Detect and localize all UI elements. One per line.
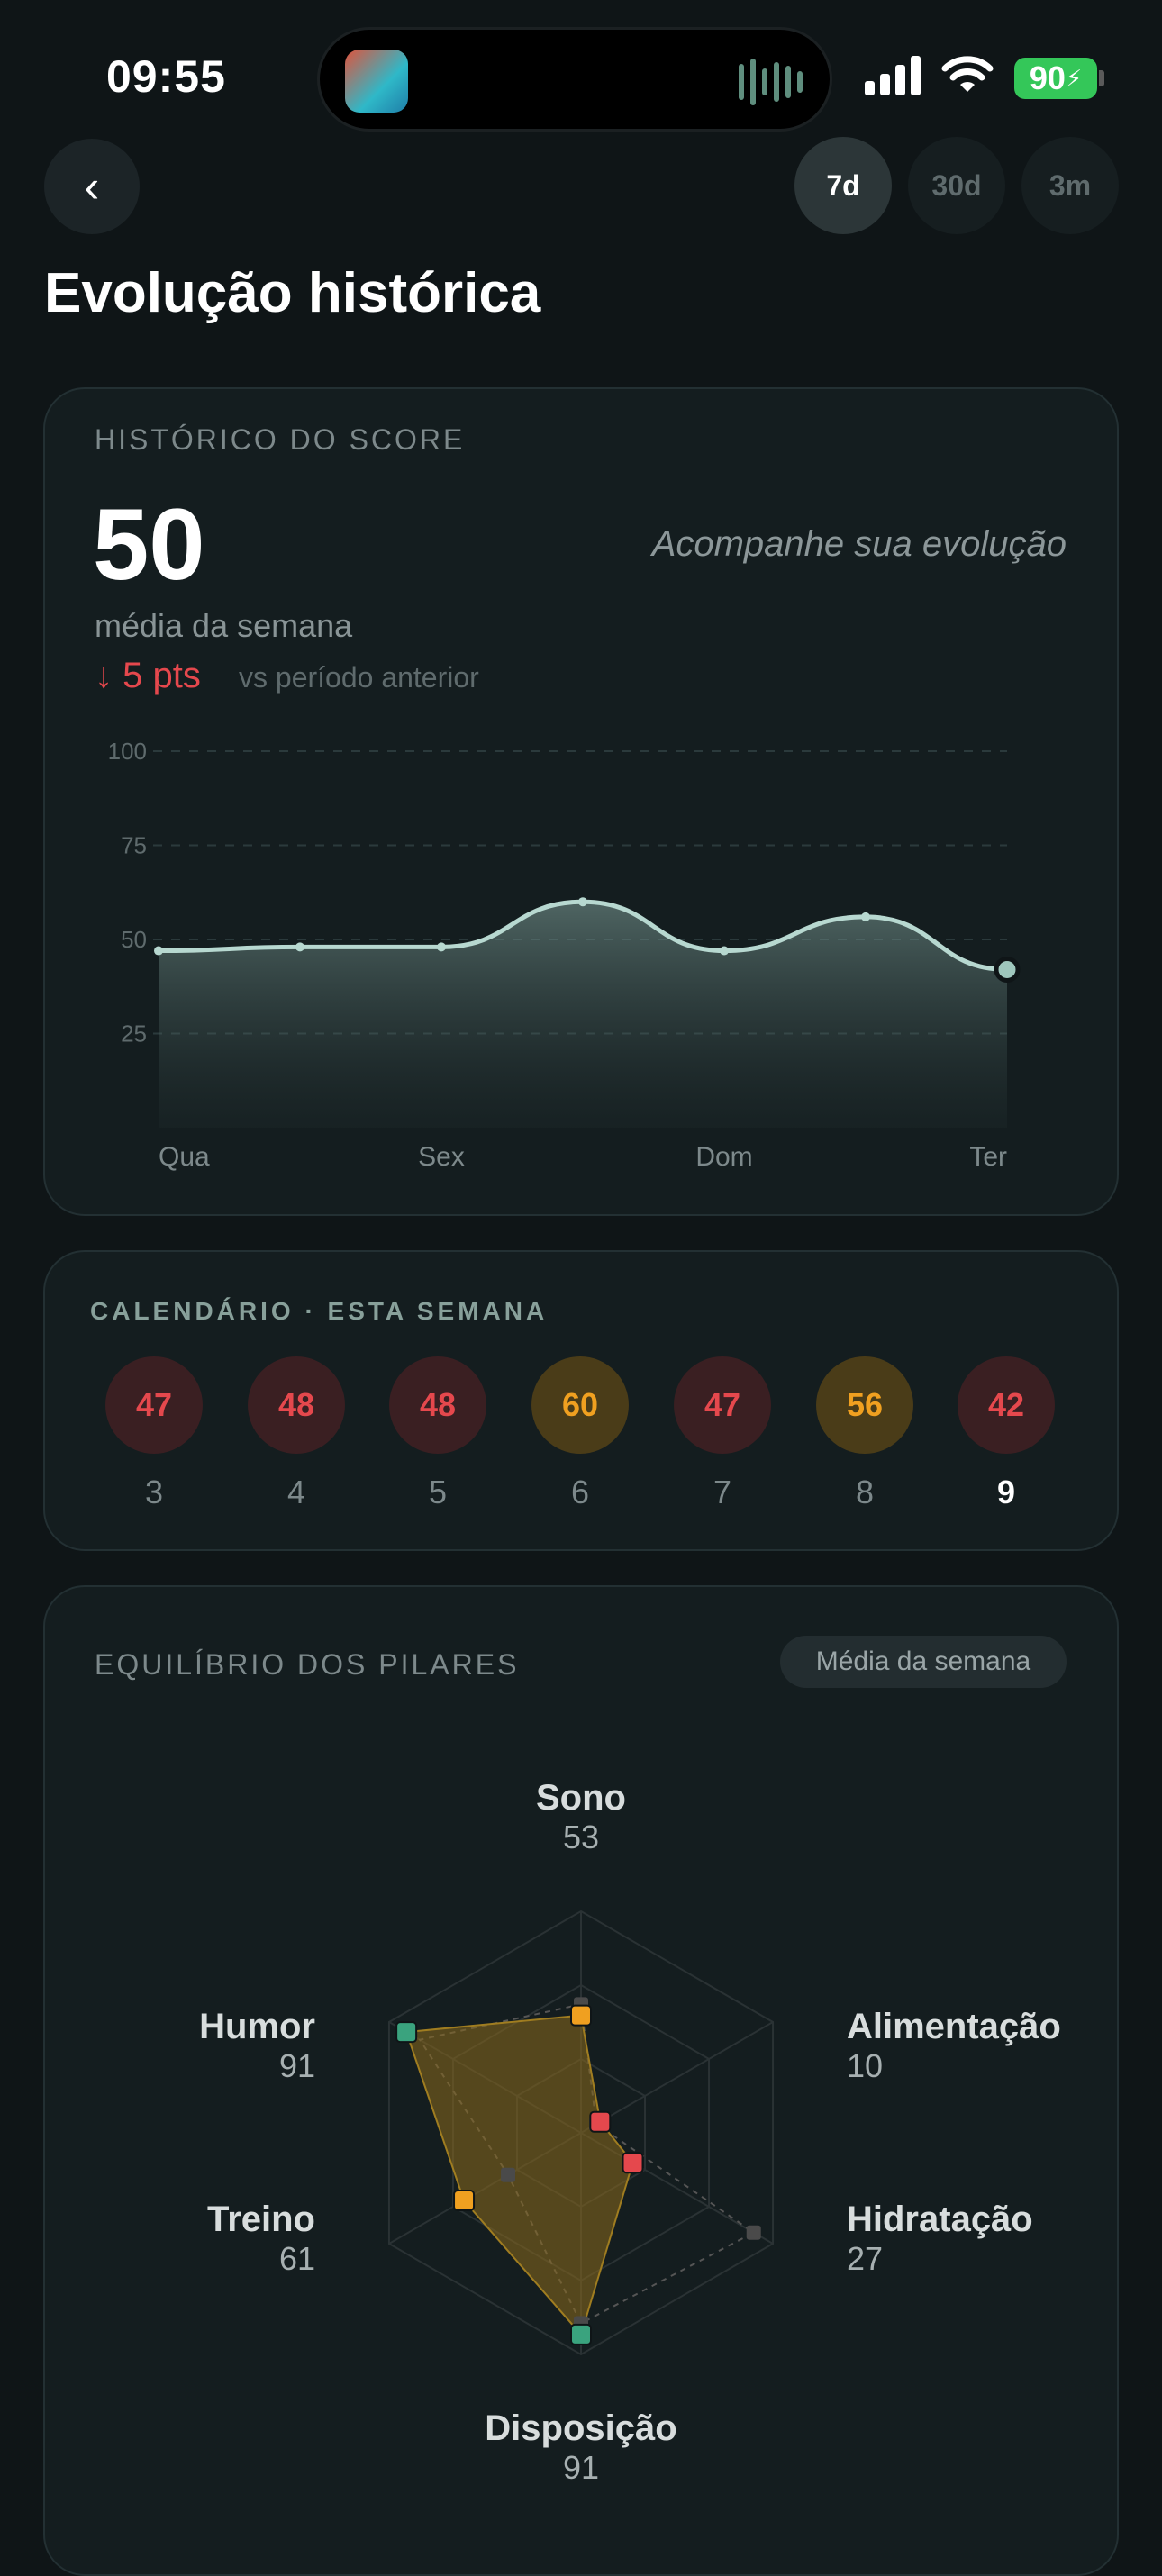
pillar-name: Alimentação — [847, 2007, 1061, 2046]
radar-point — [570, 2323, 592, 2345]
radar-previous-point — [746, 2225, 761, 2240]
pillar-value: 53 — [562, 1819, 600, 1855]
pillar-name: Sono — [536, 1778, 626, 1818]
pillar-value: 27 — [847, 2240, 884, 2277]
radar-current-area — [404, 2014, 634, 2336]
pillar-value: 91 — [278, 2047, 315, 2084]
pillar-hidratacao: Hidratação 27 — [847, 2200, 1033, 2278]
pillar-value: 91 — [562, 2449, 600, 2486]
pillar-name: Treino — [206, 2200, 315, 2239]
radar-point — [622, 2152, 644, 2174]
pillar-name: Disposição — [485, 2408, 677, 2448]
pillar-humor: Humor 91 — [135, 2007, 315, 2085]
pillar-value: 61 — [278, 2240, 315, 2277]
pillar-value: 10 — [847, 2047, 884, 2084]
radar-point — [453, 2190, 476, 2212]
radar-point — [589, 2110, 612, 2133]
radar-point — [570, 2004, 592, 2027]
pillar-sono: Sono 53 — [491, 1778, 671, 1856]
pillars-radar-chart — [387, 1909, 775, 2356]
radar-point — [395, 2021, 418, 2044]
pillar-treino: Treino 61 — [135, 2200, 315, 2278]
pillar-name: Humor — [199, 2007, 315, 2046]
pillar-disposicao: Disposição 91 — [473, 2408, 689, 2487]
pillar-alimentacao: Alimentação 10 — [847, 2007, 1061, 2085]
pillar-name: Hidratação — [847, 2200, 1033, 2239]
radar-previous-point — [501, 2167, 516, 2182]
